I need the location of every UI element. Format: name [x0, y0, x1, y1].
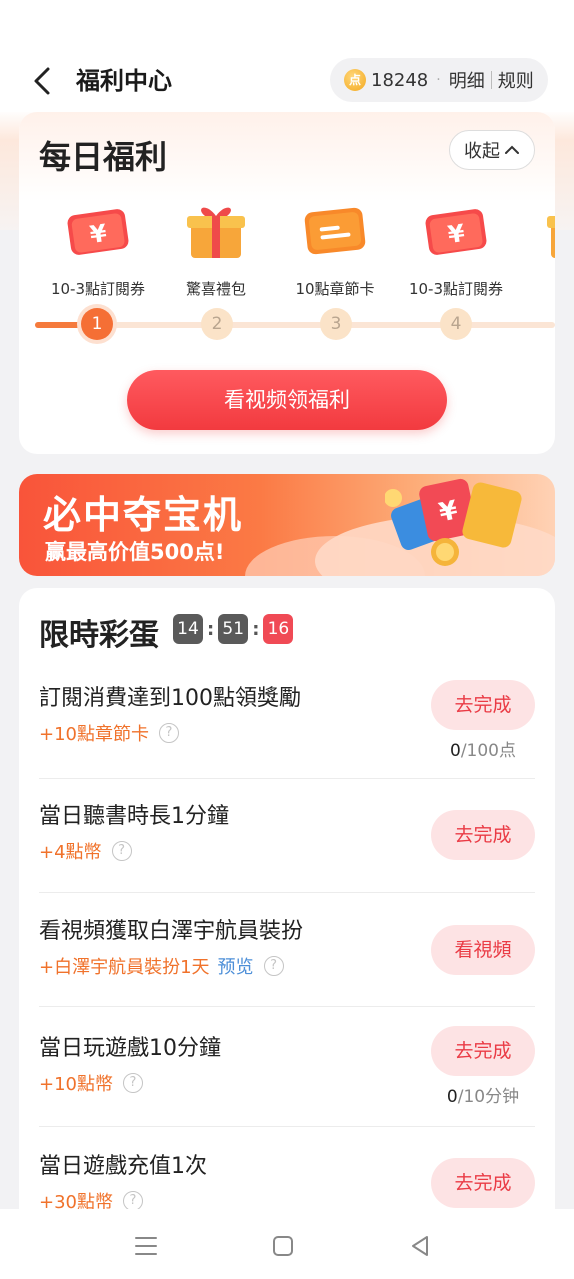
- step-1: 1: [81, 308, 113, 340]
- home-icon[interactable]: [268, 1231, 298, 1261]
- divider: [39, 892, 535, 893]
- banner-subtitle: 赢最高价值500点!: [45, 540, 225, 564]
- task-reward-text: +10點章節卡: [39, 724, 149, 745]
- task-reward: +白澤宇航員裝扮1天 预览 ?: [39, 953, 284, 979]
- timer-hours: 14: [173, 614, 203, 644]
- step-4: 4: [440, 308, 472, 340]
- help-icon[interactable]: ?: [159, 723, 179, 743]
- back-arrow-icon[interactable]: [28, 66, 58, 96]
- progress-total: /10分钟: [457, 1087, 520, 1107]
- task-name: 看視頻獲取白澤宇航員裝扮: [39, 919, 304, 944]
- reward-label: 驚喜禮包: [185, 280, 246, 298]
- points-pill: 点 18248 · 明细 规则: [330, 58, 548, 102]
- progress-done: 0: [449, 741, 461, 761]
- task-progress: 0/10分钟: [431, 1082, 535, 1107]
- reward-item[interactable]: ¥ 10-3點訂閱券: [38, 198, 158, 298]
- progress-track: [35, 322, 555, 328]
- task-reward-text: +10點幣: [39, 1074, 113, 1095]
- countdown-timer: 14 : 51 : 16: [173, 614, 294, 644]
- points-balance: 18248: [371, 69, 429, 91]
- gift-box-icon: [181, 198, 251, 262]
- reward-item[interactable]: 10點章節卡: [275, 198, 395, 298]
- reward-item[interactable]: 驚喜禮包: [156, 198, 276, 298]
- task-name: 當日玩遊戲10分鐘: [39, 1036, 221, 1061]
- rewards-row: ¥ 10-3點訂閱券 驚喜禮包 10點章節卡 ¥ 10-3點訂閱券: [19, 198, 555, 298]
- progress-done: 0: [446, 1087, 458, 1107]
- pill-divider: [490, 71, 492, 89]
- task-item: 看視頻獲取白澤宇航員裝扮 +白澤宇航員裝扮1天 预览 ? 看視頻: [39, 913, 535, 1003]
- go-complete-button[interactable]: 去完成: [431, 680, 535, 730]
- limited-tasks-title: 限時彩蛋: [39, 618, 159, 653]
- timer-colon: :: [252, 618, 260, 640]
- reward-label: 10-3點訂閱券: [408, 280, 504, 298]
- task-reward: +4點幣 ?: [39, 838, 132, 864]
- task-reward-text: +白澤宇航員裝扮1天: [39, 957, 210, 978]
- dot-separator: ·: [436, 72, 441, 88]
- reward-label: 驚: [516, 278, 555, 298]
- divider: [39, 1006, 535, 1007]
- app-header: 福利中心 点 18248 · 明细 规则: [0, 50, 574, 112]
- reward-label: 10點章節卡: [295, 280, 375, 298]
- coin-icon: 点: [344, 69, 366, 91]
- reward-item[interactable]: 驚: [516, 198, 555, 298]
- task-name: 當日遊戲充值1次: [39, 1154, 207, 1179]
- timer-minutes: 51: [218, 614, 249, 644]
- reward-label: 10-3點訂閱券: [50, 280, 146, 298]
- go-complete-button[interactable]: 去完成: [431, 1026, 535, 1076]
- system-nav-bar: [0, 1209, 574, 1279]
- step-2: 2: [201, 308, 233, 340]
- details-link[interactable]: 明细: [449, 67, 485, 93]
- prize-cards-illustration: ¥: [385, 478, 522, 566]
- timer-colon: :: [207, 618, 215, 640]
- task-reward: +10點章節卡 ?: [39, 720, 179, 746]
- back-triangle-icon[interactable]: [405, 1231, 435, 1261]
- help-icon[interactable]: ?: [111, 841, 132, 861]
- limited-tasks-card: 限時彩蛋 14 : 51 : 16 訂閱消費達到100點領獎勵 +10點章節卡 …: [19, 588, 555, 1228]
- task-item: 當日玩遊戲10分鐘 +10點幣 ? 去完成 0/10分钟: [39, 1026, 535, 1120]
- help-icon[interactable]: ?: [263, 956, 284, 976]
- go-complete-button[interactable]: 去完成: [431, 810, 535, 860]
- divider: [39, 778, 535, 779]
- task-name: 訂閱消費達到100點領獎勵: [39, 686, 301, 711]
- daily-welfare-title: 每日福利: [39, 138, 168, 176]
- chapter-card-icon: [300, 198, 370, 262]
- gift-box-icon: [541, 198, 555, 262]
- lucky-machine-banner[interactable]: ¥ 必中夺宝机 赢最高价值500点!: [19, 474, 555, 576]
- collapse-button[interactable]: 收起: [449, 130, 535, 170]
- step-3: 3: [320, 308, 352, 340]
- page-title: 福利中心: [76, 67, 172, 95]
- divider: [39, 1126, 535, 1127]
- task-progress: 0/100点: [431, 736, 535, 761]
- task-item: 當日聽書時長1分鐘 +4點幣 ? 去完成: [39, 798, 535, 888]
- reward-item[interactable]: ¥ 10-3點訂閱券: [396, 198, 516, 298]
- task-reward-text: +4點幣: [39, 842, 102, 863]
- banner-title: 必中夺宝机: [43, 493, 244, 537]
- help-icon[interactable]: ?: [123, 1073, 143, 1093]
- progress-total: /100点: [460, 741, 516, 761]
- task-reward: +10點幣 ?: [39, 1070, 143, 1096]
- watch-video-task-button[interactable]: 看視頻: [431, 925, 535, 975]
- rules-link[interactable]: 规则: [498, 67, 534, 93]
- help-icon[interactable]: ?: [123, 1191, 143, 1211]
- task-item: 訂閱消費達到100點領獎勵 +10點章節卡 ? 去完成 0/100点: [39, 680, 535, 770]
- coupon-icon: ¥: [63, 198, 133, 262]
- go-complete-button[interactable]: 去完成: [431, 1158, 535, 1208]
- coupon-icon: ¥: [421, 198, 491, 262]
- preview-link[interactable]: 预览: [218, 953, 254, 979]
- collapse-label: 收起: [464, 141, 500, 162]
- task-name: 當日聽書時長1分鐘: [39, 804, 229, 829]
- watch-video-button[interactable]: 看视频领福利: [127, 370, 447, 430]
- daily-welfare-card: 每日福利 收起 ¥ 10-3點訂閱券 驚喜禮包 10點章節卡 ¥ 10-3點訂閱…: [19, 112, 555, 454]
- menu-icon[interactable]: [131, 1231, 161, 1261]
- timer-seconds: 16: [263, 614, 294, 644]
- chevron-up-icon: [505, 145, 519, 154]
